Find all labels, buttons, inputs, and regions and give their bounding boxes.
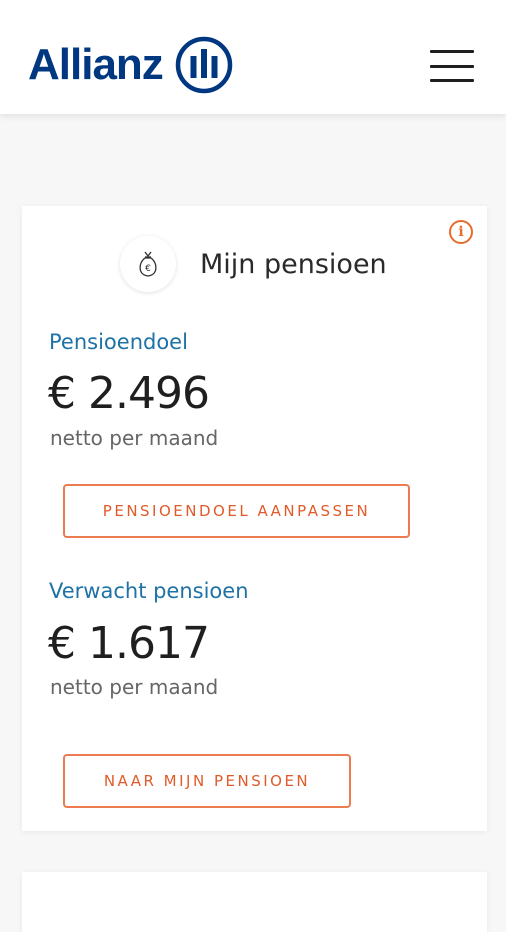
info-icon[interactable]: i [449,220,473,244]
allianz-eagle-icon [175,36,233,94]
expected-amount: € 1.617 [48,618,210,669]
goal-amount: € 2.496 [48,368,210,419]
menu-bar [430,79,474,82]
menu-bar [430,50,474,53]
card-title: Mijn pensioen [200,248,387,280]
expected-label: Verwacht pensioen [49,579,249,603]
adjust-goal-button[interactable]: PENSIOENDOEL AANPASSEN [63,484,410,538]
goal-period: netto per maand [50,426,219,450]
next-card [22,872,487,932]
hamburger-menu-icon[interactable] [430,50,474,82]
menu-bar [430,64,474,68]
app-header: Allianz [0,0,506,114]
money-bag-graphic: € [139,251,157,277]
money-bag-euro-icon: € [120,236,176,292]
expected-period: netto per maand [50,675,219,699]
card-header: € Mijn pensioen [120,236,387,292]
allianz-logo[interactable]: Allianz [28,36,233,94]
goal-label: Pensioendoel [49,330,188,354]
svg-text:€: € [145,264,151,274]
go-to-pension-button[interactable]: NAAR MIJN PENSIOEN [63,754,351,808]
pension-card: i € Mijn pensioen Pensioendoel € 2.496 n… [22,206,487,831]
logo-wordmark: Allianz [28,40,164,89]
